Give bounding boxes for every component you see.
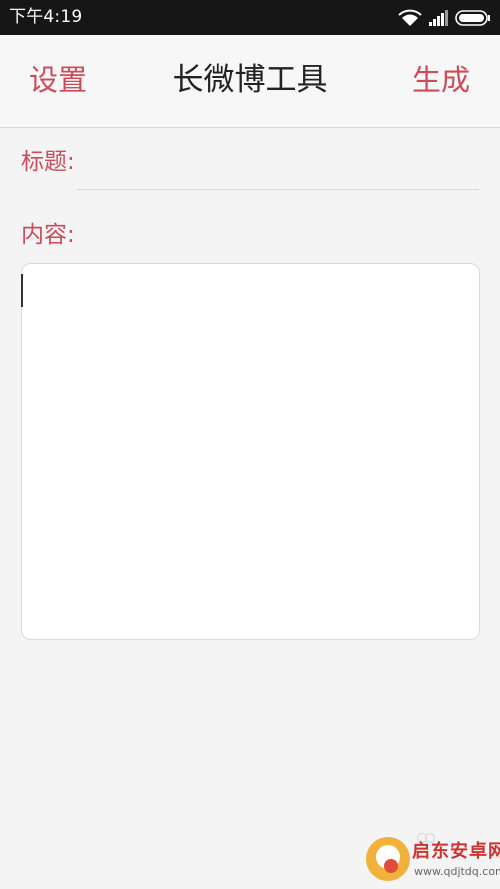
text-caret: [21, 274, 23, 307]
content-label: 内容:: [21, 222, 75, 248]
status-icons: [398, 8, 491, 28]
title-label: 标题:: [21, 149, 75, 175]
watermark-logo-icon: [366, 837, 410, 881]
watermark-name: 启东安卓网: [412, 841, 500, 862]
battery-icon: [455, 10, 491, 26]
wifi-icon: [398, 9, 422, 27]
generate-button[interactable]: 生成: [412, 62, 470, 98]
status-bar: 下午4:19: [0, 0, 500, 35]
watermark: 启东安卓网 www.qdjtdq.com: [366, 831, 500, 887]
content-textarea[interactable]: [21, 263, 480, 640]
title-input[interactable]: [77, 150, 479, 190]
signal-icon: [429, 10, 449, 26]
app-header: 设置 长微博工具 生成: [0, 35, 500, 128]
status-time: 下午4:19: [9, 7, 83, 27]
watermark-url: www.qdjtdq.com: [414, 865, 500, 878]
